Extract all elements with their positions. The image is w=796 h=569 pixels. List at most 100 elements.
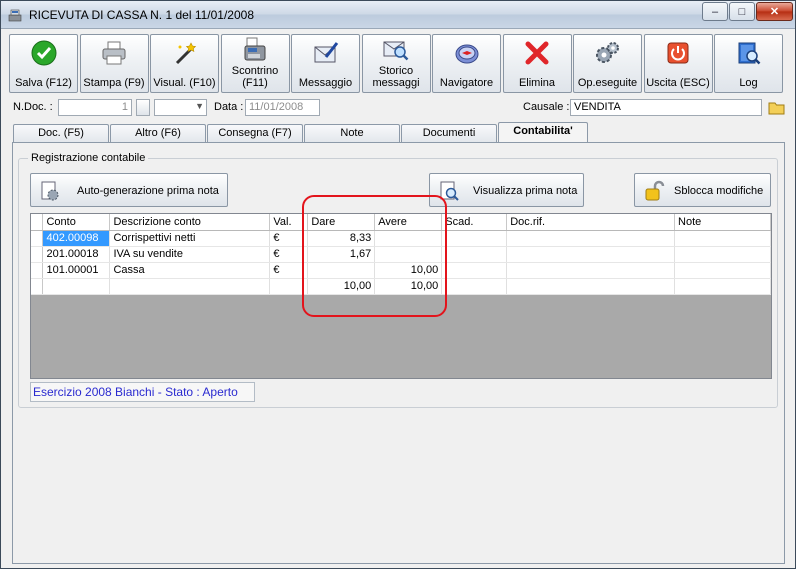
tab-note[interactable]: Note <box>304 124 400 142</box>
cell-docrif[interactable] <box>506 246 676 263</box>
tab-note-label: Note <box>340 127 364 139</box>
tab-doc[interactable]: Doc. (F5) <box>13 124 109 142</box>
minimize-icon: – <box>711 5 719 18</box>
cell-note[interactable] <box>674 246 771 263</box>
total-avere: 10,00 <box>374 278 443 295</box>
column-header-avere[interactable]: Avere <box>374 214 443 231</box>
close-button[interactable]: ✕ <box>756 2 793 21</box>
cell-dare[interactable]: 1,67 <box>307 246 376 263</box>
stampa-button[interactable]: Stampa (F9) <box>79 34 149 93</box>
total-dare: 10,00 <box>307 278 376 295</box>
table-row[interactable]: 201.00018 IVA su vendite € 1,67 <box>31 246 771 263</box>
cell-scad <box>441 278 508 295</box>
table-row[interactable]: 101.00001 Cassa € 10,00 <box>31 262 771 279</box>
visual-button[interactable]: Visual. (F10) <box>150 34 219 93</box>
cell-descrizione <box>109 278 271 295</box>
scontrino-button[interactable]: Scontrino (F11) <box>220 34 290 93</box>
tab-bar: Doc. (F5) Altro (F6) Consegna (F7) Note … <box>13 122 793 143</box>
cell-dare[interactable]: 8,33 <box>307 230 376 247</box>
grid-header-row: Conto Descrizione conto Val. Dare Avere … <box>31 214 771 231</box>
uscita-button[interactable]: Uscita (ESC) <box>643 34 713 93</box>
maximize-icon: □ <box>738 5 746 18</box>
cell-val[interactable]: € <box>269 230 309 247</box>
cell-avere[interactable]: 10,00 <box>374 262 443 279</box>
close-icon: ✕ <box>769 6 780 18</box>
tab-altro-label: Altro (F6) <box>135 127 181 139</box>
autogen-prima-nota-button[interactable]: Auto-generazione prima nota <box>30 173 228 207</box>
padlock-open-icon <box>645 180 665 201</box>
esercizio-status: Esercizio 2008 Bianchi - Stato : Aperto <box>30 382 255 402</box>
elimina-label: Elimina <box>518 77 556 89</box>
salva-label: Salva (F12) <box>15 77 72 89</box>
cell-conto[interactable]: 101.00001 <box>42 262 111 279</box>
cell-note[interactable] <box>674 262 771 279</box>
cell-scad[interactable] <box>441 230 508 247</box>
cell-scad[interactable] <box>441 246 508 263</box>
log-label: Log <box>739 77 758 89</box>
cell-note <box>674 278 771 295</box>
title-bar: RICEVUTA DI CASSA N. 1 del 11/01/2008 – … <box>1 1 795 29</box>
elimina-button[interactable]: Elimina <box>502 34 572 93</box>
tab-consegna[interactable]: Consegna (F7) <box>207 124 303 142</box>
cell-avere[interactable] <box>374 230 443 247</box>
folder-icon[interactable] <box>768 99 785 116</box>
cell-descrizione[interactable]: Cassa <box>109 262 271 279</box>
red-x-icon <box>525 41 549 65</box>
data-input[interactable]: 11/01/2008 <box>245 99 320 116</box>
series-dropdown[interactable]: ▼ <box>154 99 207 116</box>
column-header-note[interactable]: Note <box>674 214 771 231</box>
cell-note[interactable] <box>674 230 771 247</box>
cell-val <box>269 278 309 295</box>
printer-icon <box>102 41 126 65</box>
cell-val[interactable]: € <box>269 246 309 263</box>
scontrino-label: Scontrino (F11) <box>231 65 279 89</box>
causale-input[interactable]: VENDITA <box>570 99 762 116</box>
visualizza-prima-nota-button[interactable]: Visualizza prima nota <box>429 173 584 207</box>
cell-descrizione[interactable]: Corrispettivi netti <box>109 230 271 247</box>
visualizza-prima-nota-label: Visualizza prima nota <box>473 185 578 197</box>
salva-button[interactable]: Salva (F12) <box>9 34 78 93</box>
row-indicator[interactable] <box>31 230 44 247</box>
tab-contabilita-label: Contabilita' <box>513 125 573 137</box>
column-header-docrif[interactable]: Doc.rif. <box>506 214 676 231</box>
minimize-button[interactable]: – <box>702 2 728 21</box>
cell-conto[interactable]: 201.00018 <box>42 246 111 263</box>
table-row[interactable]: 402.00098 Corrispettivi netti € 8,33 <box>31 230 771 247</box>
row-indicator[interactable] <box>31 262 44 279</box>
ndoc-label: N.Doc. : <box>13 101 53 113</box>
registrazione-group-title: Registrazione contabile <box>28 152 149 164</box>
stampa-label: Stampa (F9) <box>83 77 145 89</box>
cash-register-icon <box>244 37 266 61</box>
cell-docrif[interactable] <box>506 230 676 247</box>
book-search-icon <box>738 42 760 65</box>
messaggio-button[interactable]: Messaggio <box>291 34 360 93</box>
cell-conto[interactable]: 402.00098 <box>42 230 111 247</box>
column-header-dare[interactable]: Dare <box>307 214 376 231</box>
cell-docrif[interactable] <box>506 262 676 279</box>
document-gear-icon <box>41 181 59 201</box>
column-header-conto[interactable]: Conto <box>42 214 111 231</box>
cell-docrif <box>506 278 676 295</box>
document-header-fields: N.Doc. : 1 ▼ Data : 11/01/2008 Causale :… <box>1 98 795 118</box>
cell-val[interactable]: € <box>269 262 309 279</box>
column-header-descrizione[interactable]: Descrizione conto <box>109 214 271 231</box>
cell-dare[interactable] <box>307 262 376 279</box>
tab-contabilita[interactable]: Contabilita' <box>498 122 588 143</box>
cell-descrizione[interactable]: IVA su vendite <box>109 246 271 263</box>
ndoc-input[interactable]: 1 <box>58 99 132 116</box>
tab-documenti[interactable]: Documenti <box>401 124 497 142</box>
storico-messaggi-button[interactable]: Storico messaggi <box>361 34 431 93</box>
row-indicator[interactable] <box>31 246 44 263</box>
app-window: RICEVUTA DI CASSA N. 1 del 11/01/2008 – … <box>0 0 796 569</box>
column-header-val[interactable]: Val. <box>269 214 309 231</box>
cell-avere[interactable] <box>374 246 443 263</box>
op-eseguite-button[interactable]: Op.eseguite <box>573 34 642 93</box>
cell-scad[interactable] <box>441 262 508 279</box>
log-button[interactable]: Log <box>714 34 783 93</box>
column-header-scad[interactable]: Scad. <box>441 214 508 231</box>
tab-altro[interactable]: Altro (F6) <box>110 124 206 142</box>
maximize-button[interactable]: □ <box>729 2 755 21</box>
sblocca-modifiche-button[interactable]: Sblocca modifiche <box>634 173 771 207</box>
navigatore-button[interactable]: Navigatore <box>432 34 501 93</box>
ndoc-suffix-button[interactable] <box>136 99 150 116</box>
